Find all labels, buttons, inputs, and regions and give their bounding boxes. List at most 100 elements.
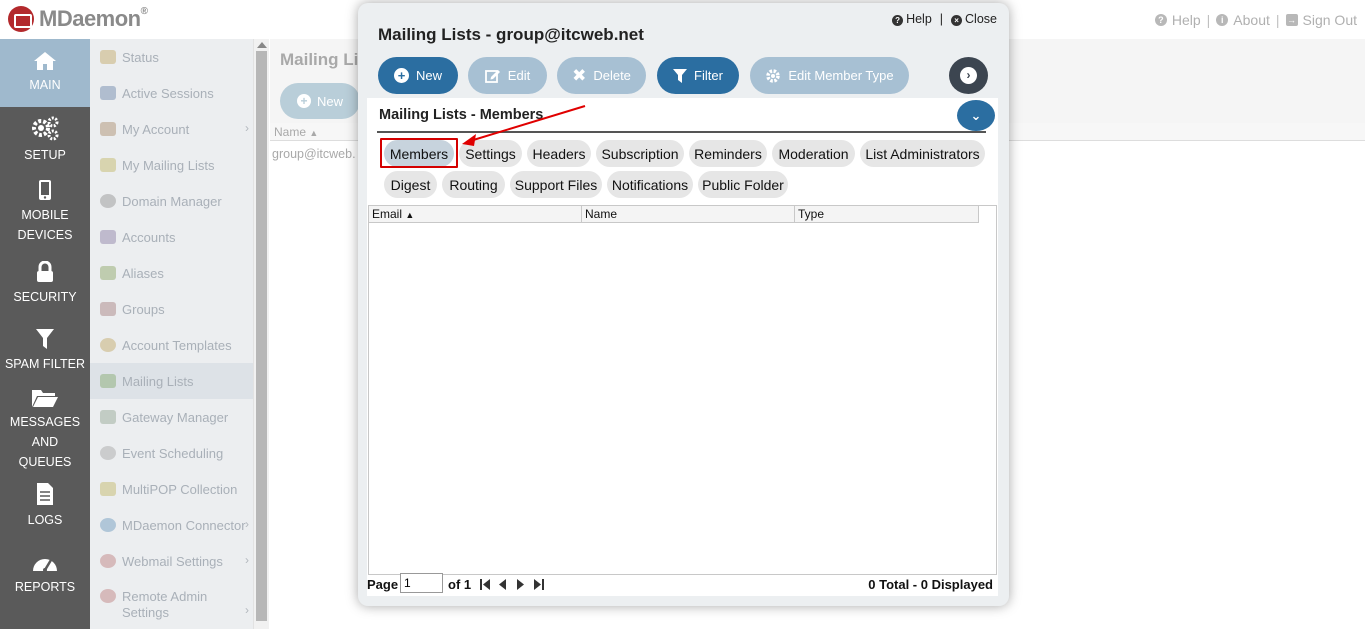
- subnav-remote-admin-settings[interactable]: Remote Admin Settings ›: [90, 579, 253, 623]
- filter-button-label: Filter: [694, 68, 723, 83]
- panel-collapse-button[interactable]: ⌄: [957, 100, 995, 131]
- delete-x-icon: ✖: [572, 65, 587, 85]
- tab-notifications[interactable]: Notifications: [607, 171, 693, 198]
- subnav-label: Mailing Lists: [122, 373, 194, 389]
- remote-admin-icon: [100, 589, 116, 603]
- column-header-type[interactable]: Type: [795, 206, 979, 222]
- nav-spam-filter[interactable]: SPAM FILTER: [0, 317, 90, 385]
- first-page-icon[interactable]: [480, 579, 490, 590]
- tab-settings[interactable]: Settings: [459, 140, 522, 167]
- dialog-links: ? Help | × Close: [892, 12, 997, 26]
- subnav-aliases[interactable]: Aliases: [90, 255, 253, 291]
- filter-button[interactable]: Filter: [657, 57, 739, 94]
- subnav-account-templates[interactable]: Account Templates: [90, 327, 253, 363]
- column-header-name[interactable]: Name: [582, 206, 795, 222]
- next-page-icon[interactable]: [517, 579, 525, 590]
- nav-security[interactable]: SECURITY: [0, 251, 90, 317]
- background-new-button[interactable]: + New: [280, 83, 360, 119]
- scrollbar-thumb[interactable]: [256, 51, 267, 621]
- subnav-my-mailing-lists[interactable]: My Mailing Lists: [90, 147, 253, 183]
- subnav-event-scheduling[interactable]: Event Scheduling: [90, 435, 253, 471]
- user-icon: [100, 122, 116, 136]
- nav-reports-label: REPORTS: [14, 580, 76, 594]
- scroll-up-arrow-icon[interactable]: [257, 42, 267, 48]
- edit-member-type-button[interactable]: Edit Member Type: [750, 57, 909, 94]
- nav-mobile-devices[interactable]: MOBILE DEVICES: [0, 173, 90, 251]
- filter-icon: [36, 329, 54, 349]
- more-actions-button[interactable]: ›: [949, 57, 988, 94]
- subnav-my-account[interactable]: My Account ›: [90, 111, 253, 147]
- aliases-icon: [100, 266, 116, 280]
- tab-list-administrators[interactable]: List Administrators: [860, 140, 985, 167]
- previous-page-icon[interactable]: [498, 579, 506, 590]
- dialog-help-link[interactable]: ? Help: [892, 12, 932, 26]
- tab-digest[interactable]: Digest: [384, 171, 437, 198]
- edit-button[interactable]: Edit: [468, 57, 547, 94]
- dialog-close-label: Close: [965, 12, 997, 26]
- subnav-webmail-settings[interactable]: Webmail Settings ›: [90, 543, 253, 579]
- tab-public-folder[interactable]: Public Folder: [698, 171, 788, 198]
- brand-logo[interactable]: MDaemon®: [8, 6, 148, 32]
- filter-icon: [673, 68, 688, 83]
- tab-subscription[interactable]: Subscription: [596, 140, 684, 167]
- members-grid: Email ▲ Name Type: [368, 205, 997, 575]
- page-number-input[interactable]: [400, 573, 443, 593]
- subnav-label: Status: [122, 49, 159, 65]
- subnav-gateway-manager[interactable]: Gateway Manager: [90, 399, 253, 435]
- subnav-label: Account Templates: [122, 337, 232, 353]
- subnav-groups[interactable]: Groups: [90, 291, 253, 327]
- new-button-label: New: [415, 68, 442, 83]
- panel-title: Mailing Lists - Members: [379, 107, 544, 123]
- subnav-domain-manager[interactable]: Domain Manager: [90, 183, 253, 219]
- signout-link[interactable]: → Sign Out: [1285, 12, 1357, 28]
- subnav-label: My Mailing Lists: [122, 157, 215, 173]
- column-header-label: Name: [274, 125, 307, 139]
- subnav-label: Groups: [122, 301, 165, 317]
- table-row[interactable]: group@itcweb.: [272, 147, 356, 161]
- subnav-accounts[interactable]: Accounts: [90, 219, 253, 255]
- column-header-email[interactable]: Email ▲: [369, 206, 582, 222]
- subnav-status[interactable]: Status: [90, 39, 253, 75]
- tab-label: Digest: [390, 176, 431, 193]
- tab-support-files[interactable]: Support Files: [510, 171, 602, 198]
- chevron-right-icon: ›: [245, 553, 249, 567]
- delete-button[interactable]: ✖ Delete: [557, 57, 646, 94]
- grid-total-count: 0 Total - 0 Displayed: [868, 577, 993, 592]
- help-link[interactable]: ? Help: [1154, 12, 1201, 28]
- subnav-multipop-collection[interactable]: MultiPOP Collection: [90, 471, 253, 507]
- chevron-down-icon: ⌄: [970, 107, 982, 123]
- new-button[interactable]: + New: [378, 57, 458, 94]
- last-page-icon[interactable]: [534, 579, 544, 590]
- tab-label: Reminders: [694, 145, 762, 162]
- tab-members[interactable]: Members: [384, 140, 454, 167]
- nav-setup[interactable]: SETUP: [0, 107, 90, 173]
- template-icon: [100, 338, 116, 352]
- tab-routing[interactable]: Routing: [442, 171, 505, 198]
- plus-icon: +: [393, 68, 409, 83]
- nav-logs[interactable]: LOGS: [0, 473, 90, 539]
- subnav-mdaemon-connector[interactable]: MDaemon Connector ›: [90, 507, 253, 543]
- clock-icon: [100, 446, 116, 460]
- tab-moderation[interactable]: Moderation: [772, 140, 855, 167]
- chevron-right-icon: ›: [960, 67, 977, 84]
- subnav-active-sessions[interactable]: Active Sessions: [90, 75, 253, 111]
- tab-label: Notifications: [611, 176, 689, 193]
- document-icon: [37, 483, 53, 505]
- sessions-icon: [100, 86, 116, 100]
- subnav-scrollbar[interactable]: [253, 39, 269, 629]
- about-link[interactable]: i About: [1216, 12, 1270, 28]
- nav-messages-and-queues[interactable]: MESSAGES AND QUEUES: [0, 385, 90, 473]
- connector-icon: [100, 518, 116, 532]
- nav-reports[interactable]: REPORTS: [0, 539, 90, 609]
- accounts-icon: [100, 230, 116, 244]
- help-link-label: Help: [1171, 12, 1201, 28]
- tab-reminders[interactable]: Reminders: [689, 140, 767, 167]
- nav-main[interactable]: MAIN: [0, 39, 90, 107]
- dialog-close-link[interactable]: × Close: [951, 12, 997, 26]
- members-panel: Mailing Lists - Members ⌄ Members Settin…: [367, 98, 998, 596]
- subnav-mailing-lists[interactable]: Mailing Lists: [90, 363, 253, 399]
- at-sign-icon: [100, 194, 116, 208]
- grid-header: Email ▲ Name Type: [369, 206, 979, 223]
- tab-headers[interactable]: Headers: [527, 140, 591, 167]
- subnav-label: Gateway Manager: [122, 409, 229, 425]
